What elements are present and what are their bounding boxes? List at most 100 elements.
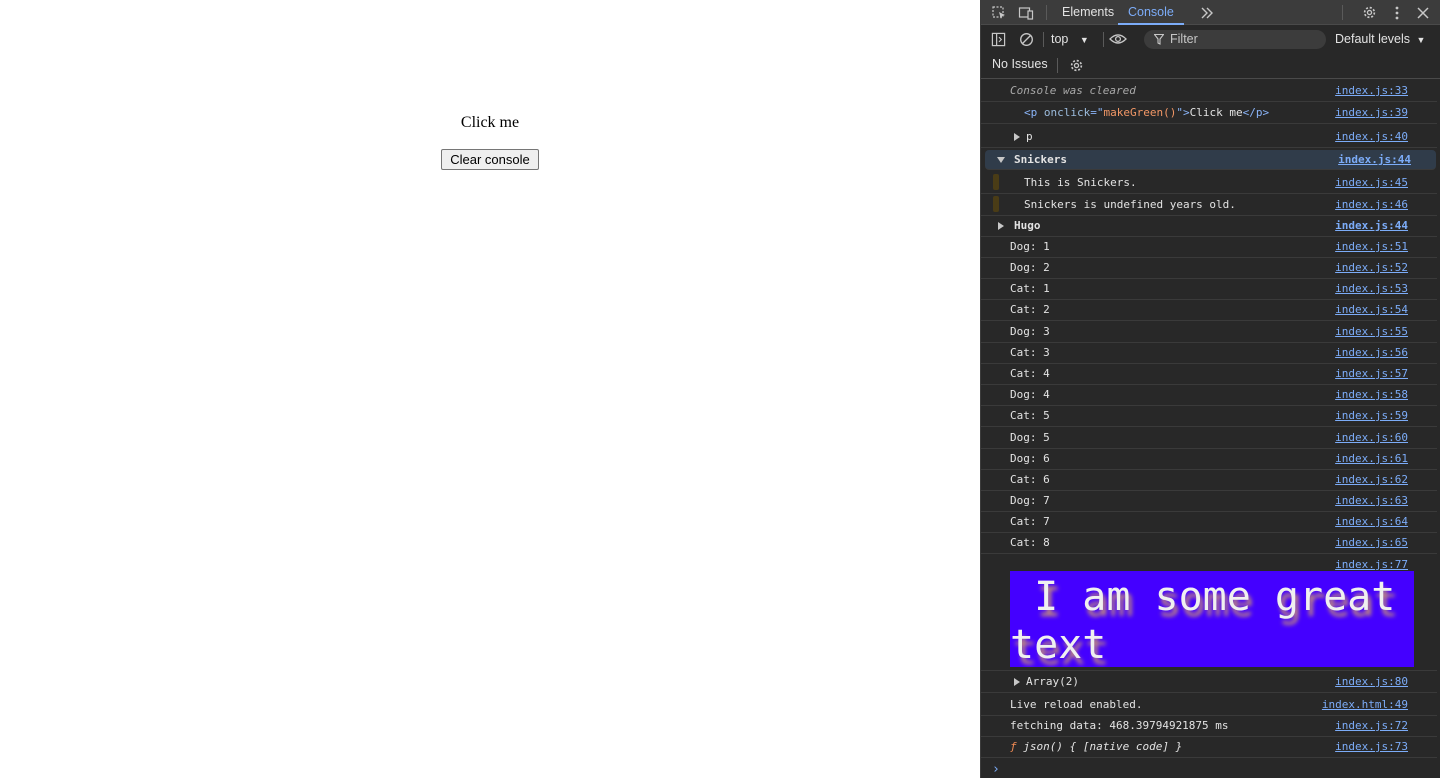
issues-separator — [1057, 58, 1058, 73]
console-row: Console was cleared index.js:33 — [981, 80, 1437, 102]
console-prompt-input[interactable]: › — [992, 762, 1000, 777]
issues-count[interactable]: No Issues — [992, 57, 1048, 71]
source-link[interactable]: index.js:80 — [1335, 675, 1408, 688]
log-levels-dropdown[interactable]: Default levels ▼ — [1335, 30, 1425, 48]
source-link[interactable]: index.js:56 — [1335, 346, 1408, 359]
console-row: Dog: 1 index.js:51 — [981, 236, 1437, 258]
live-expression-eye-icon[interactable] — [1107, 26, 1129, 52]
source-link[interactable]: index.js:58 — [1335, 388, 1408, 401]
source-link[interactable]: index.js:52 — [1335, 261, 1408, 274]
console-message: Dog: 4 — [1010, 388, 1050, 401]
console-function[interactable]: ƒ json() { [native code] } — [1010, 740, 1182, 753]
console-message: Dog: 7 — [1010, 494, 1050, 507]
source-link[interactable]: index.js:55 — [1335, 325, 1408, 338]
toolbar-separator — [1043, 32, 1044, 47]
tab-elements[interactable]: Elements — [1062, 0, 1114, 25]
console-row: Cat: 8 index.js:65 — [981, 532, 1437, 554]
device-toolbar-icon[interactable] — [1014, 0, 1038, 25]
console-message: Cat: 4 — [1010, 367, 1050, 380]
source-link[interactable]: index.js:65 — [1335, 536, 1408, 549]
source-link[interactable]: index.js:44 — [1338, 153, 1411, 166]
source-link[interactable]: index.js:51 — [1335, 240, 1408, 253]
console-group-header[interactable]: Hugo index.js:44 — [981, 215, 1437, 237]
console-row: ƒ json() { [native code] } index.js:73 — [981, 736, 1437, 758]
console-message: Dog: 5 — [1010, 431, 1050, 444]
chevron-down-icon: ▼ — [1079, 35, 1089, 45]
console-settings-gear-icon[interactable] — [1065, 52, 1087, 78]
console-message: Cat: 1 — [1010, 282, 1050, 295]
clear-console-button[interactable]: Clear console — [441, 149, 539, 170]
source-link[interactable]: index.js:63 — [1335, 494, 1408, 507]
console-row: Cat: 5 index.js:59 — [981, 405, 1437, 427]
source-link[interactable]: index.js:54 — [1335, 303, 1408, 316]
console-row: <p onclick="makeGreen()">Click me</p> in… — [981, 102, 1437, 124]
tab-console[interactable]: Console — [1118, 0, 1184, 25]
source-link[interactable]: index.js:46 — [1335, 198, 1408, 211]
console-row: Cat: 4 index.js:57 — [981, 363, 1437, 385]
console-message: Dog: 6 — [1010, 452, 1050, 465]
collapse-triangle-icon[interactable] — [997, 157, 1005, 163]
console-message: Dog: 3 — [1010, 325, 1050, 338]
tabbar-separator — [1046, 5, 1047, 20]
tabbar-separator — [1342, 5, 1343, 20]
source-link[interactable]: index.js:45 — [1335, 176, 1408, 189]
log-levels-label: Default levels — [1335, 32, 1411, 46]
source-link[interactable]: index.js:77 — [1335, 558, 1408, 571]
source-link[interactable]: index.js:62 — [1335, 473, 1408, 486]
close-devtools-icon[interactable] — [1411, 0, 1435, 25]
console-row: Dog: 7 index.js:63 — [981, 490, 1437, 512]
source-link[interactable]: index.js:39 — [1335, 106, 1408, 119]
source-link[interactable]: index.js:61 — [1335, 452, 1408, 465]
source-link[interactable]: index.js:73 — [1335, 740, 1408, 753]
console-message: Cat: 8 — [1010, 536, 1050, 549]
more-tabs-icon[interactable] — [1195, 0, 1219, 25]
sidebar-toggle-icon[interactable] — [987, 26, 1009, 52]
inspect-element-icon[interactable] — [987, 0, 1011, 25]
console-row: Live reload enabled. index.html:49 — [981, 694, 1437, 716]
page-viewport: Click me Clear console — [0, 0, 980, 778]
source-link[interactable]: index.js:33 — [1335, 84, 1408, 97]
clear-console-icon[interactable] — [1015, 26, 1037, 52]
expand-triangle-icon[interactable] — [1014, 133, 1020, 141]
more-options-icon[interactable] — [1385, 0, 1409, 25]
console-row: Cat: 1 index.js:53 — [981, 278, 1437, 300]
click-me-paragraph[interactable]: Click me — [0, 113, 980, 133]
group-indent-bar — [993, 196, 999, 212]
console-array[interactable]: Array(2) — [1026, 675, 1079, 688]
context-selector[interactable]: top ▼ — [1051, 30, 1089, 48]
console-html-element[interactable]: <p onclick="makeGreen()">Click me</p> — [1024, 106, 1269, 119]
source-link[interactable]: index.js:64 — [1335, 515, 1408, 528]
console-group-header[interactable]: Snickers index.js:44 — [985, 150, 1436, 170]
expand-triangle-icon[interactable] — [1014, 678, 1020, 686]
console-row: Dog: 2 index.js:52 — [981, 257, 1437, 279]
group-indent-bar — [993, 174, 999, 190]
console-message: Dog: 2 — [1010, 261, 1050, 274]
console-row: Dog: 3 index.js:55 — [981, 321, 1437, 343]
devtools-panel: Elements Console top ▼ Filter Default le… — [980, 0, 1440, 778]
settings-gear-icon[interactable] — [1357, 0, 1381, 25]
console-message: Dog: 1 — [1010, 240, 1050, 253]
source-link[interactable]: index.js:60 — [1335, 431, 1408, 444]
source-link[interactable]: index.js:53 — [1335, 282, 1408, 295]
funnel-icon — [1153, 30, 1165, 52]
expand-triangle-icon[interactable] — [998, 222, 1004, 230]
context-label: top — [1051, 32, 1069, 46]
console-row: This is Snickers. index.js:45 — [981, 172, 1437, 194]
console-row: fetching data: 468.39794921875 ms index.j… — [981, 715, 1437, 737]
console-row: Cat: 2 index.js:54 — [981, 299, 1437, 321]
console-message: Cat: 5 — [1010, 409, 1050, 422]
source-link[interactable]: index.html:49 — [1322, 698, 1408, 711]
devtools-tabbar: Elements Console — [981, 0, 1440, 25]
console-row: Snickers is undefined years old. index.j… — [981, 194, 1437, 216]
console-object[interactable]: p — [1026, 130, 1033, 143]
chevron-down-icon: ▼ — [1416, 35, 1426, 45]
console-toolbar: top ▼ Filter Default levels ▼ — [981, 26, 1440, 52]
source-link[interactable]: index.js:40 — [1335, 130, 1408, 143]
console-message: fetching data: 468.39794921875 ms — [1010, 719, 1229, 732]
source-link[interactable]: index.js:57 — [1335, 367, 1408, 380]
source-link[interactable]: index.js:44 — [1335, 219, 1408, 232]
filter-input[interactable]: Filter — [1144, 30, 1326, 49]
console-row: p index.js:40 — [981, 126, 1437, 148]
source-link[interactable]: index.js:59 — [1335, 409, 1408, 422]
source-link[interactable]: index.js:72 — [1335, 719, 1408, 732]
